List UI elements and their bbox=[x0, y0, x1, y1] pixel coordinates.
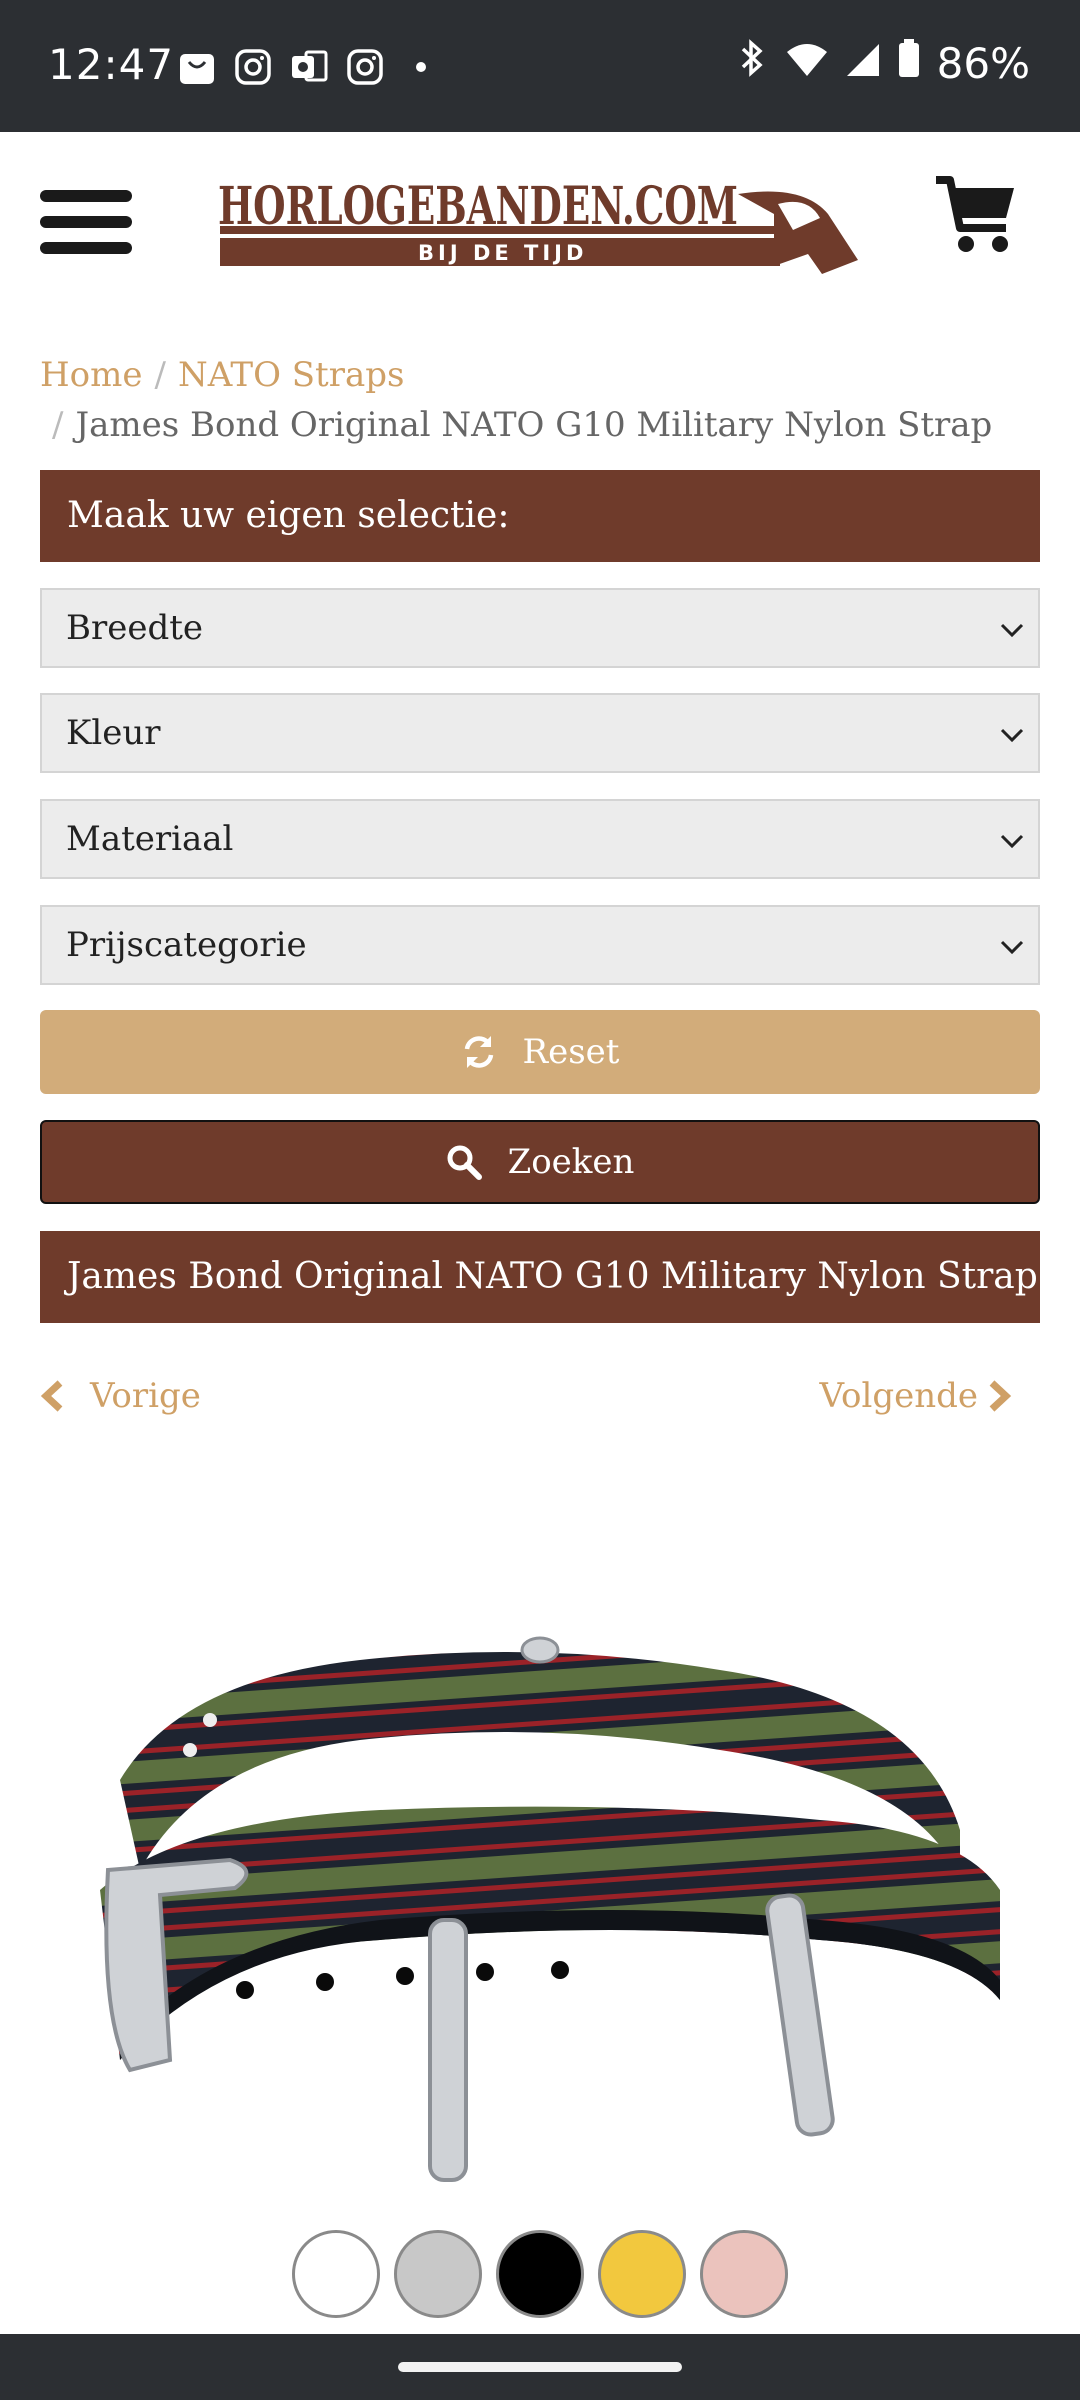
dot-icon bbox=[402, 48, 440, 86]
select-kleur[interactable]: Kleur bbox=[40, 693, 1040, 773]
prev-link[interactable]: Vorige bbox=[40, 1376, 201, 1416]
next-link[interactable]: Volgende bbox=[820, 1376, 1012, 1416]
status-time: 12:47 bbox=[48, 40, 175, 89]
swatch-pink[interactable] bbox=[700, 2230, 788, 2318]
select-label: Breedte bbox=[66, 608, 204, 648]
status-right: 86% bbox=[735, 38, 1030, 88]
filter-panel-title: Maak uw eigen selectie: bbox=[40, 470, 1040, 562]
notification-icons bbox=[178, 48, 440, 86]
site-logo[interactable]: HORLOGEBANDEN.COM BIJ DE TIJD bbox=[218, 174, 858, 284]
chevron-down-icon bbox=[1000, 834, 1024, 849]
instagram-icon bbox=[234, 48, 272, 86]
select-label: Prijscategorie bbox=[66, 925, 307, 965]
swatch-yellow[interactable] bbox=[598, 2230, 686, 2318]
search-icon bbox=[447, 1145, 482, 1180]
chevron-down-icon bbox=[1000, 623, 1024, 638]
reset-label: Reset bbox=[522, 1032, 620, 1072]
battery-icon bbox=[897, 38, 921, 88]
select-breedte[interactable]: Breedte bbox=[40, 588, 1040, 668]
reset-button[interactable]: Reset bbox=[40, 1010, 1040, 1094]
chevron-right-icon bbox=[989, 1380, 1012, 1412]
breadcrumb-separator: / bbox=[52, 405, 64, 445]
breadcrumb-home[interactable]: Home bbox=[40, 355, 142, 395]
logo-tagline: BIJ DE TIJD bbox=[418, 241, 587, 265]
bluetooth-icon bbox=[735, 38, 769, 88]
battery-percentage: 86% bbox=[936, 38, 1030, 88]
logo-text: HORLOGEBANDEN.COM bbox=[218, 176, 738, 237]
next-label: Volgende bbox=[819, 1376, 978, 1416]
breadcrumb-current: James Bond Original NATO G10 Military Ny… bbox=[75, 405, 993, 445]
product-title: James Bond Original NATO G10 Military Ny… bbox=[40, 1231, 1040, 1323]
shopping-bag-icon bbox=[178, 48, 216, 86]
chevron-down-icon bbox=[1000, 728, 1024, 743]
breadcrumb-nato-straps[interactable]: NATO Straps bbox=[178, 355, 405, 395]
breadcrumb: Home / NATO Straps / James Bond Original NA… bbox=[40, 350, 1040, 450]
select-materiaal[interactable]: Materiaal bbox=[40, 799, 1040, 879]
swatch-black[interactable] bbox=[496, 2230, 584, 2318]
cart-icon[interactable] bbox=[934, 172, 1018, 258]
outlook-icon bbox=[290, 48, 328, 86]
select-label: Kleur bbox=[66, 713, 161, 753]
swatch-grey[interactable] bbox=[394, 2230, 482, 2318]
home-gesture-bar[interactable] bbox=[398, 2362, 682, 2372]
menu-icon[interactable] bbox=[40, 190, 132, 254]
prev-label: Vorige bbox=[90, 1376, 201, 1416]
select-prijscategorie[interactable]: Prijscategorie bbox=[40, 905, 1040, 985]
search-label: Zoeken bbox=[507, 1142, 635, 1182]
chevron-down-icon bbox=[1000, 940, 1024, 955]
site-header: HORLOGEBANDEN.COM BIJ DE TIJD bbox=[0, 132, 1080, 308]
signal-icon bbox=[845, 39, 881, 88]
breadcrumb-separator: / bbox=[154, 355, 166, 395]
refresh-icon bbox=[464, 1036, 493, 1068]
swatch-white[interactable] bbox=[292, 2230, 380, 2318]
chevron-left-icon bbox=[40, 1380, 63, 1412]
instagram-icon bbox=[346, 48, 384, 86]
search-button[interactable]: Zoeken bbox=[40, 1120, 1040, 1204]
color-swatches bbox=[0, 2230, 1080, 2322]
product-navigation: Vorige Volgende bbox=[40, 1376, 1040, 1436]
product-image[interactable] bbox=[60, 1620, 1020, 2200]
status-bar: 12:47 86% bbox=[0, 0, 1080, 132]
select-label: Materiaal bbox=[66, 819, 234, 859]
wifi-icon bbox=[785, 39, 829, 88]
